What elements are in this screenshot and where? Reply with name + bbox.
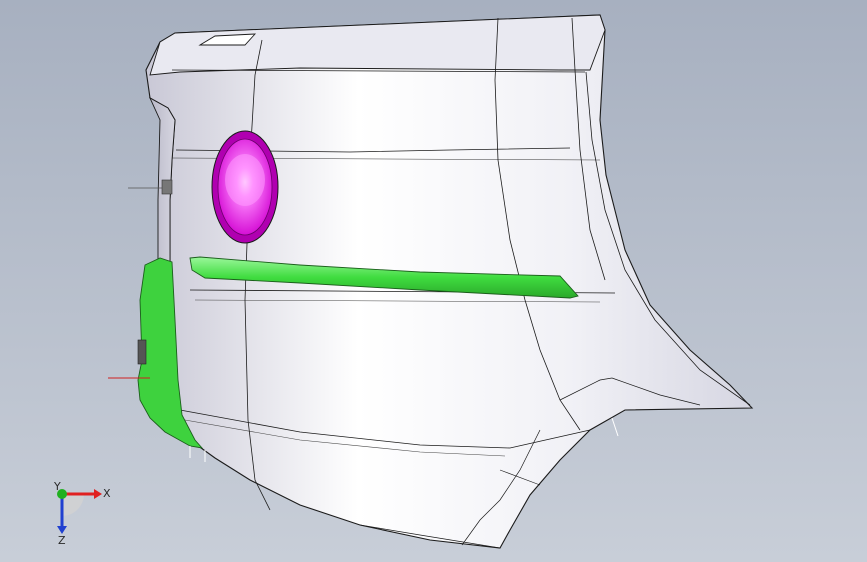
x-axis-label: X: [103, 487, 111, 500]
pin-upper: [161, 179, 173, 195]
charging-port[interactable]: [211, 130, 279, 244]
cad-viewport[interactable]: [0, 0, 867, 562]
x-axis-arrow: [94, 489, 102, 499]
z-axis-label: Z: [58, 534, 66, 547]
z-axis-arrow: [57, 526, 67, 534]
bracket-clip: [137, 339, 147, 365]
orientation-triad[interactable]: X Y Z: [40, 478, 120, 548]
y-axis-label: Y: [53, 480, 61, 493]
tick-right: [611, 417, 619, 437]
